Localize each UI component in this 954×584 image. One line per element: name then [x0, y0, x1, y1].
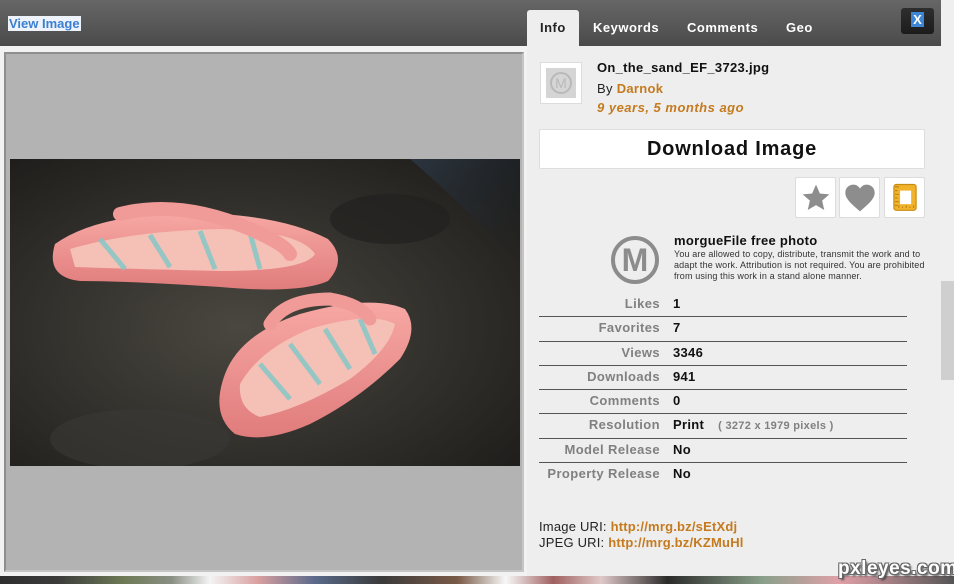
stat-label: Property Release — [547, 466, 660, 482]
star-icon — [802, 184, 829, 210]
stat-value: 3346 — [673, 344, 704, 360]
stat-label: Likes — [624, 296, 660, 311]
favorite-button[interactable] — [795, 177, 836, 218]
uri-block: Image URI: http://mrg.bz/sEtXdj JPEG URI… — [539, 519, 744, 551]
stat-row-property-release: Property Release No — [539, 463, 907, 487]
photo[interactable] — [10, 159, 520, 466]
view-image-link[interactable]: View Image — [8, 16, 81, 31]
resolution-pixels: ( 3272 x 1979 pixels ) — [718, 420, 834, 433]
stat-row-downloads: Downloads 941 — [539, 366, 907, 391]
author-link[interactable]: Darnok — [617, 81, 664, 96]
stat-row-favorites: Favorites 7 — [539, 317, 907, 342]
image-panel — [0, 46, 527, 576]
license-title: morgueFile free photo — [674, 233, 818, 248]
stat-row-comments: Comments 0 — [539, 390, 907, 415]
stat-value: No — [673, 466, 691, 482]
close-icon: X — [911, 12, 924, 27]
license-text: You are allowed to copy, distribute, tra… — [674, 249, 925, 281]
jpeg-uri-label: JPEG URI: — [539, 535, 605, 550]
watermark: pxleyes.com — [838, 558, 954, 579]
jpeg-uri-link[interactable]: http://mrg.bz/KZMuHl — [608, 535, 743, 550]
crop-button[interactable] — [884, 177, 925, 218]
image-frame — [4, 52, 524, 572]
image-uri-line: Image URI: http://mrg.bz/sEtXdj — [539, 519, 744, 535]
stat-value: 941 — [673, 368, 696, 384]
stat-label: Resolution — [588, 417, 660, 433]
stat-label: Views — [621, 344, 660, 360]
stat-label: Comments — [589, 393, 660, 409]
scrollbar-thumb[interactable] — [941, 281, 954, 380]
close-button[interactable]: X — [901, 8, 934, 34]
thumbnail-strip — [0, 576, 954, 584]
stat-value: Print ( 3272 x 1979 pixels ) — [673, 417, 834, 432]
stat-value: 1 — [673, 296, 681, 311]
by-label: By — [597, 81, 613, 96]
tab-info[interactable]: Info — [527, 10, 579, 46]
image-thumbnail: M — [540, 62, 582, 104]
stat-row-model-release: Model Release No — [539, 439, 907, 464]
heart-icon — [844, 184, 875, 211]
resolution-value: Print — [673, 417, 705, 433]
stat-label: Downloads — [587, 368, 660, 384]
photo-flip-flops — [10, 159, 520, 466]
stat-value: 0 — [673, 393, 681, 409]
morguefile-m-icon: M — [550, 72, 572, 94]
stat-label: Favorites — [598, 320, 660, 336]
info-panel: Info Keywords Comments Geo X M On_the_sa… — [527, 0, 941, 576]
image-filename: On_the_sand_EF_3723.jpg — [597, 60, 770, 75]
download-image-button[interactable]: Download Image — [539, 129, 925, 169]
image-viewer-modal: View Image Info Keywords Comments Geo X … — [0, 0, 954, 584]
tab-bar: Info Keywords Comments Geo X — [527, 0, 941, 46]
stat-row-resolution: Resolution Print ( 3272 x 1979 pixels ) — [539, 414, 907, 439]
jpeg-uri-line: JPEG URI: http://mrg.bz/KZMuHl — [539, 535, 744, 551]
image-uri-link[interactable]: http://mrg.bz/sEtXdj — [611, 519, 738, 534]
stat-row-views: Views 3346 — [539, 342, 907, 366]
morguefile-logo-icon: M — [611, 236, 659, 284]
stat-value: 7 — [673, 320, 681, 336]
tab-keywords[interactable]: Keywords — [593, 10, 659, 46]
stats-table: Likes 1 Favorites 7 Views 3346 Downloads… — [539, 293, 907, 487]
author-byline: By Darnok — [597, 81, 663, 96]
tab-geo[interactable]: Geo — [786, 10, 813, 46]
crop-ruler-icon — [892, 183, 917, 211]
tab-comments[interactable]: Comments — [687, 10, 758, 46]
stat-label: Model Release — [564, 441, 660, 457]
image-uri-label: Image URI: — [539, 519, 607, 534]
stat-row-likes: Likes 1 — [539, 293, 907, 318]
upload-age: 9 years, 5 months ago — [597, 100, 745, 115]
stat-value: No — [673, 441, 691, 457]
info-tab-content: M On_the_sand_EF_3723.jpg By Darnok 9 ye… — [527, 46, 941, 576]
like-button[interactable] — [839, 177, 880, 218]
